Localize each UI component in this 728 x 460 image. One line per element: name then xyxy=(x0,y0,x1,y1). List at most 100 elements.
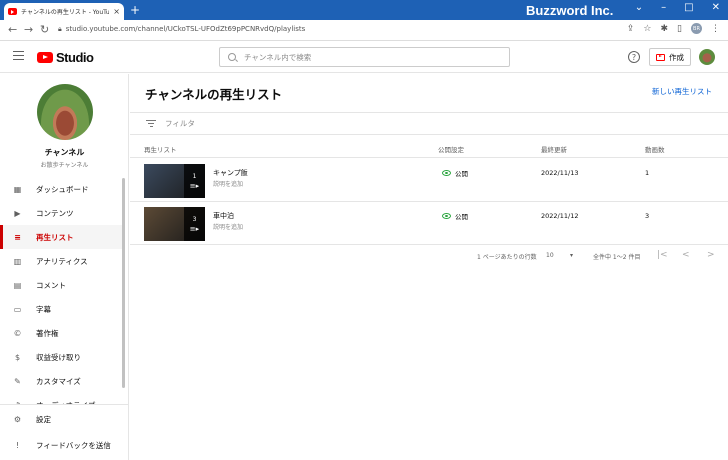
sidebar-item-copyright[interactable]: © 著作権 xyxy=(0,321,122,345)
share-icon[interactable]: ⇪ xyxy=(627,24,635,34)
logo-text: Studio xyxy=(56,50,94,65)
sidebar-item-label: コメント xyxy=(36,280,66,290)
sidebar-item-customize[interactable]: ✎ カスタマイズ xyxy=(0,369,122,393)
visibility-label: 公開 xyxy=(455,170,468,178)
playlist-description: 説明を追加 xyxy=(213,224,244,231)
address-bar: ← → ↻ 🔒︎ studio.youtube.com/channel/UCkoT… xyxy=(0,20,728,41)
menu-icon[interactable] xyxy=(13,51,24,60)
visibility-status: 公開 xyxy=(442,168,468,178)
next-page-icon[interactable]: > xyxy=(707,250,715,260)
sidebar-item-label: コンテンツ xyxy=(36,208,74,218)
playlist-play-icon: ≡▸ xyxy=(189,224,200,233)
subtitles-icon: ▭ xyxy=(13,304,22,314)
eye-icon xyxy=(442,170,451,176)
new-playlist-button[interactable]: 新しい再生リスト xyxy=(652,86,712,97)
browser-tab[interactable]: チャンネルの再生リスト - YouTube Stu × xyxy=(4,3,124,20)
prev-page-icon[interactable]: < xyxy=(682,250,690,260)
table-row[interactable]: 3 ≡▸ 車中泊説明を追加 公開 2022/11/12 3 xyxy=(130,202,728,245)
playlist-title[interactable]: 車中泊 xyxy=(213,211,234,221)
help-icon[interactable]: ? xyxy=(628,51,640,63)
customize-icon: ✎ xyxy=(14,376,21,386)
sidebar-item-content[interactable]: ▶ コンテンツ xyxy=(0,201,122,225)
col-count: 動画数 xyxy=(645,146,665,154)
sidebar-item-playlist[interactable]: ≡ 再生リスト xyxy=(0,225,122,249)
brand-watermark: Buzzword Inc. xyxy=(526,3,614,18)
sidebar-bottom: ⚙ 設定! フィードバックを送信 xyxy=(0,404,128,460)
filter-bar[interactable]: フィルタ xyxy=(130,112,728,135)
more-icon[interactable]: ⋮ xyxy=(711,24,720,34)
playlist-title[interactable]: キャンプ飯 xyxy=(213,168,248,178)
sidebar-item-label: フィードバックを送信 xyxy=(36,440,111,450)
table-row[interactable]: 1 ≡▸ キャンプ飯 説明を追加 公開 2022/11/13 1 xyxy=(130,159,728,202)
visibility-label: 公開 xyxy=(455,213,468,221)
window-controls: ⌄ – □ ✕ xyxy=(635,2,720,13)
main-content: チャンネルの再生リスト 新しい再生リスト フィルタ 再生リスト 公開設定 最終更… xyxy=(130,74,728,460)
video-camera-icon xyxy=(656,53,665,61)
thumbnail-count: 1 xyxy=(192,172,197,180)
filter-icon xyxy=(146,120,156,128)
reload-icon[interactable]: ↻ xyxy=(40,23,49,36)
search-placeholder: チャンネル内で検索 xyxy=(244,52,312,62)
dashboard-icon: ▦ xyxy=(13,184,22,194)
forward-icon[interactable]: → xyxy=(24,23,33,36)
sidebar-item-monetization[interactable]: $ 収益受け取り xyxy=(0,345,122,369)
channel-avatar[interactable] xyxy=(37,84,93,140)
page-range: 全件中 1～2 件目 xyxy=(593,254,641,261)
playlist-thumbnail[interactable]: 1 ≡▸ xyxy=(144,164,205,198)
filter-label: フィルタ xyxy=(165,119,195,128)
page-title: チャンネルの再生リスト xyxy=(145,87,283,102)
url-field[interactable]: 🔒︎ studio.youtube.com/channel/UCkoTSL-UFO… xyxy=(58,25,305,34)
sidebar-item-dashboard[interactable]: ▦ ダッシュボード xyxy=(0,177,122,201)
search-icon xyxy=(228,53,236,61)
channel-name: チャンネル xyxy=(44,148,85,157)
close-window-icon[interactable]: ✕ xyxy=(712,2,720,13)
sidebar-item-label: 字幕 xyxy=(36,304,51,314)
playlist-description: 説明を追加 xyxy=(213,181,244,188)
rows-per-page-label: 1 ページあたりの行数 xyxy=(477,254,537,261)
maximize-icon[interactable]: □ xyxy=(684,2,693,13)
content-icon: ▶ xyxy=(14,208,21,218)
sidepanel-icon[interactable]: ▯ xyxy=(677,24,682,34)
chevron-down-icon[interactable]: ▾ xyxy=(570,252,573,259)
thumbnail-overlay: 3 ≡▸ xyxy=(184,207,205,241)
sidebar-item-comment[interactable]: ▤ コメント xyxy=(0,273,122,297)
sidebar-item-label: 設定 xyxy=(36,414,51,424)
sidebar-item-subtitles[interactable]: ▭ 字幕 xyxy=(0,297,122,321)
updated-date: 2022/11/13 xyxy=(541,169,579,177)
playlist-icon: ≡ xyxy=(14,232,21,242)
create-button[interactable]: 作成 xyxy=(649,48,691,66)
copyright-icon: © xyxy=(13,328,22,338)
extensions-icon[interactable]: ✱ xyxy=(661,24,669,34)
analytics-icon: ▥ xyxy=(13,256,22,266)
profile-avatar[interactable]: BR xyxy=(691,23,702,34)
chevron-down-icon[interactable]: ⌄ xyxy=(635,2,643,13)
close-icon[interactable]: × xyxy=(113,7,120,16)
search-input[interactable]: チャンネル内で検索 xyxy=(219,47,510,67)
star-icon[interactable]: ☆ xyxy=(643,24,651,34)
updated-date: 2022/11/12 xyxy=(541,212,579,220)
sidebar-nav: ▦ ダッシュボード ▶ コンテンツ ≡ 再生リスト ▥ アナリティクス ▤ コメント ▭ 字幕 © 著作権… xyxy=(0,177,122,417)
table-header: 再生リスト 公開設定 最終更新 動画数 xyxy=(130,136,728,158)
back-icon[interactable]: ← xyxy=(8,23,17,36)
tab-title: チャンネルの再生リスト - YouTube Stu xyxy=(21,9,110,16)
sidebar-item-label: アナリティクス xyxy=(36,256,88,266)
sidebar-item-settings[interactable]: ⚙ 設定 xyxy=(0,407,128,431)
minimize-icon[interactable]: – xyxy=(661,2,666,13)
browser-actions: ⇪ ☆ ✱ ▯ BR ⋮ xyxy=(627,23,720,34)
account-avatar[interactable] xyxy=(699,49,715,65)
studio-logo[interactable]: Studio xyxy=(37,50,94,65)
sidebar-item-feedback[interactable]: ! フィードバックを送信 xyxy=(0,433,128,457)
new-tab-button[interactable]: + xyxy=(130,4,140,16)
first-page-icon[interactable]: |< xyxy=(657,250,668,260)
sidebar-item-label: カスタマイズ xyxy=(36,376,81,386)
rows-per-page-select[interactable]: 10 xyxy=(546,252,554,259)
url-text: studio.youtube.com/channel/UCkoTSL-UFOdZ… xyxy=(65,25,306,33)
video-count: 3 xyxy=(645,212,650,220)
channel-subtitle: お散歩チャンネル xyxy=(40,162,89,169)
sidebar-scrollbar[interactable] xyxy=(122,178,125,388)
playlist-thumbnail[interactable]: 3 ≡▸ xyxy=(144,207,205,241)
sidebar-item-analytics[interactable]: ▥ アナリティクス xyxy=(0,249,122,273)
video-count: 1 xyxy=(645,169,650,177)
col-playlist: 再生リスト xyxy=(144,146,177,154)
playlist-play-icon: ≡▸ xyxy=(189,181,200,190)
